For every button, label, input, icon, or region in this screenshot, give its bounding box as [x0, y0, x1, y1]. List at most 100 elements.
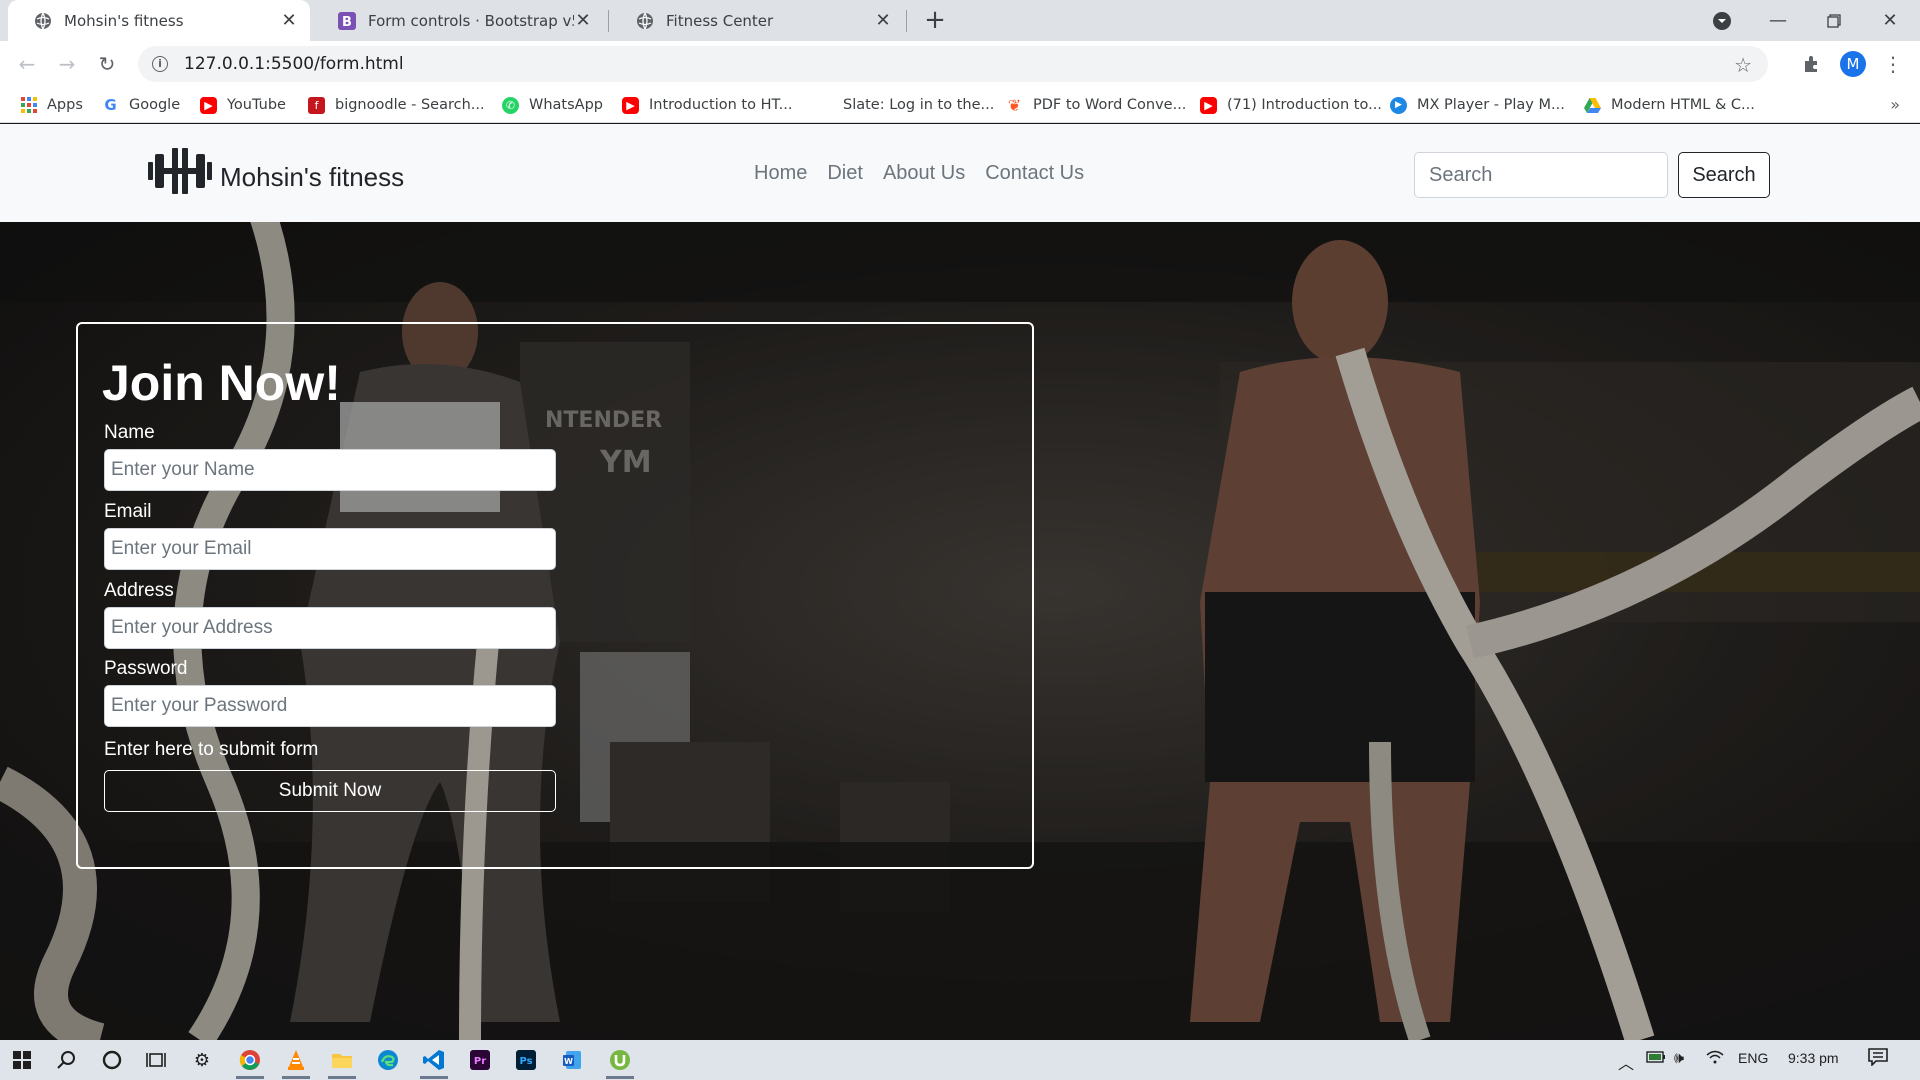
tab-title: Fitness Center [666, 11, 774, 30]
bookmark-star-icon[interactable]: ☆ [1734, 53, 1752, 77]
tab-search-icon[interactable] [1694, 0, 1750, 41]
premiere-pro-icon[interactable]: Pr [460, 1044, 500, 1076]
svg-text:B: B [342, 15, 352, 30]
bookmark-label: Slate: Log in to the... [843, 97, 995, 113]
new-tab-button[interactable]: + [920, 6, 950, 36]
vlc-icon[interactable] [276, 1044, 316, 1079]
bookmark-label: Apps [47, 97, 83, 113]
email-field[interactable] [104, 528, 556, 570]
name-field[interactable] [104, 449, 556, 491]
bookmark-youtube[interactable]: ▶ YouTube [200, 95, 286, 115]
youtube-icon: ▶ [1200, 96, 1217, 114]
youtube-icon: ▶ [200, 96, 217, 114]
close-icon[interactable]: ✕ [874, 11, 892, 30]
join-form-card: Join Now! Name Email Address Password En… [76, 322, 1034, 869]
nav-diet[interactable]: Diet [827, 162, 863, 185]
restore-icon[interactable] [1806, 0, 1862, 41]
svg-text:Ps: Ps [519, 1056, 532, 1067]
bookmark-google[interactable]: G Google [102, 95, 180, 115]
vscode-icon[interactable] [414, 1044, 454, 1079]
slate-icon [816, 97, 833, 114]
tab-fitness-center[interactable]: Fitness Center ✕ [610, 0, 904, 41]
wifi-icon[interactable] [1706, 1050, 1724, 1067]
submit-button[interactable]: Submit Now [104, 770, 556, 812]
bookmark-pdf-to-word[interactable]: ❦ PDF to Word Conve... [1006, 95, 1187, 115]
youtube-icon: ▶ [622, 96, 639, 114]
profile-avatar[interactable]: M [1838, 49, 1868, 79]
browser-toolbar: ← → ↻ i 127.0.0.1:5500/form.html ☆ M ⋮ [0, 41, 1920, 87]
main-nav: Home Diet About Us Contact Us [754, 162, 1104, 185]
address-label: Address [104, 580, 174, 601]
tab-separator [906, 10, 907, 32]
password-field[interactable] [104, 685, 556, 727]
bookmark-whatsapp[interactable]: ✆ WhatsApp [502, 95, 603, 115]
search-input[interactable] [1414, 152, 1668, 198]
notifications-icon[interactable] [1868, 1048, 1888, 1071]
bookmark-label: (71) Introduction to... [1227, 97, 1382, 113]
form-title: Join Now! [102, 355, 341, 411]
url-text: 127.0.0.1:5500/form.html [184, 54, 404, 74]
forward-arrow-icon[interactable]: → [52, 49, 82, 79]
chrome-icon[interactable] [230, 1044, 270, 1079]
bookmark-apps[interactable]: Apps [20, 95, 83, 115]
window-close-icon[interactable]: ✕ [1862, 0, 1918, 41]
edge-icon[interactable] [368, 1044, 408, 1076]
cortana-icon[interactable] [92, 1044, 132, 1076]
site-info-icon[interactable]: i [152, 56, 168, 72]
bookmark-mx-player[interactable]: ▶ MX Player - Play M... [1390, 95, 1565, 115]
address-field[interactable] [104, 607, 556, 649]
svg-text:W: W [564, 1057, 573, 1066]
photoshop-icon[interactable]: Ps [506, 1044, 546, 1076]
submit-hint: Enter here to submit form [104, 739, 319, 760]
bookmark-slate[interactable]: Slate: Log in to the... [816, 95, 994, 115]
word-icon[interactable]: W [552, 1044, 592, 1076]
bookmark-label: PDF to Word Conve... [1033, 97, 1187, 113]
file-explorer-icon[interactable] [322, 1044, 362, 1079]
tab-bootstrap-form-controls[interactable]: B Form controls · Bootstrap v5.0 ✕ [312, 0, 604, 41]
bookmark-label: WhatsApp [529, 97, 603, 113]
tab-mohsins-fitness[interactable]: Mohsin's fitness ✕ [8, 0, 310, 41]
settings-gear-icon[interactable]: ⚙ [182, 1044, 222, 1076]
bookmark-label: MX Player - Play M... [1417, 97, 1565, 113]
extensions-puzzle-icon[interactable] [1797, 49, 1827, 79]
windows-start-icon[interactable] [2, 1044, 42, 1076]
search-icon[interactable] [46, 1044, 86, 1076]
clock[interactable]: 9:33 pm [1788, 1050, 1839, 1066]
bookmark-bignoodle[interactable]: f bignoodle - Search... [308, 95, 485, 115]
bookmark-modern-html[interactable]: Modern HTML & C... [1584, 95, 1755, 115]
bookmark-label: YouTube [227, 97, 286, 113]
mxplayer-icon: ▶ [1390, 96, 1407, 114]
nav-about-us[interactable]: About Us [883, 162, 965, 185]
search-button[interactable]: Search [1678, 152, 1770, 198]
hero-background: NTENDER YM Join Now! Name Email [0, 222, 1920, 1040]
close-icon[interactable]: ✕ [280, 11, 298, 30]
volume-icon[interactable]: 🕪 [1674, 1050, 1684, 1068]
bookmark-intro-html[interactable]: ▶ Introduction to HT... [622, 95, 792, 115]
bookmark-71-intro[interactable]: ▶ (71) Introduction to... [1200, 95, 1382, 115]
dumbbell-logo-icon [148, 148, 212, 194]
show-hidden-icons-icon[interactable]: ︿ [1618, 1050, 1634, 1074]
close-icon[interactable]: ✕ [574, 11, 592, 30]
utorrent-icon[interactable] [600, 1044, 640, 1079]
language-indicator[interactable]: ENG [1738, 1050, 1768, 1066]
nav-home[interactable]: Home [754, 162, 807, 185]
reload-icon[interactable]: ↻ [92, 49, 122, 79]
bookmarks-bar: Apps G Google ▶ YouTube f bignoodle - Se… [0, 87, 1920, 123]
minimize-icon[interactable]: — [1750, 0, 1806, 41]
bookmarks-overflow-icon[interactable]: » [1890, 95, 1900, 114]
address-bar[interactable]: i 127.0.0.1:5500/form.html ☆ [138, 46, 1768, 82]
bookmark-label: Introduction to HT... [649, 97, 793, 113]
nav-contact-us[interactable]: Contact Us [985, 162, 1084, 185]
tab-title: Mohsin's fitness [64, 11, 184, 30]
apps-grid-icon [20, 97, 37, 114]
brand[interactable]: Mohsin's fitness [148, 148, 404, 194]
kebab-menu-icon[interactable]: ⋮ [1878, 49, 1908, 79]
back-arrow-icon[interactable]: ← [12, 49, 42, 79]
windows-taskbar: ⚙ Pr Ps W ︿ 🕪 ENG 9:33 pm [0, 1040, 1920, 1080]
browser-tab-strip: Mohsin's fitness ✕ B Form controls · Boo… [0, 0, 1920, 41]
name-label: Name [104, 422, 155, 443]
task-view-icon[interactable] [136, 1044, 176, 1076]
bookmark-label: bignoodle - Search... [335, 97, 485, 113]
bignoodle-icon: f [308, 96, 325, 114]
battery-icon[interactable] [1646, 1050, 1666, 1067]
